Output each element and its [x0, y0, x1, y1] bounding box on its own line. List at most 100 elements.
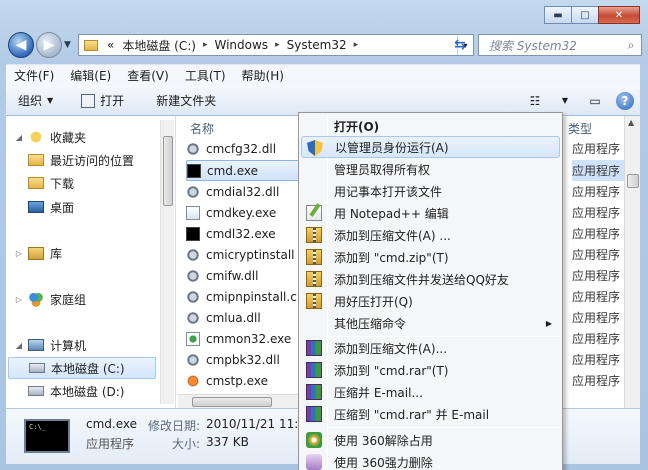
- horizontal-scrollbar[interactable]: [178, 394, 304, 408]
- file-row[interactable]: cmdl32.exe: [186, 223, 276, 244]
- menu-item-open-notepad[interactable]: 用记事本打开该文件: [301, 180, 560, 202]
- view-options-icon[interactable]: ☷: [526, 93, 544, 109]
- details-file-name: cmd.exe: [86, 417, 138, 431]
- column-header-type[interactable]: 类型: [568, 120, 592, 137]
- breadcrumb-windows[interactable]: Windows: [210, 38, 272, 52]
- details-file-type: 应用程序: [86, 437, 135, 451]
- minimize-button[interactable]: ▬: [544, 6, 572, 24]
- homegroup-icon: [28, 291, 44, 307]
- new-folder-button[interactable]: 新建文件夹: [134, 86, 226, 115]
- breadcrumb-system32[interactable]: System32: [283, 38, 351, 52]
- file-row-selected[interactable]: cmd.exe: [186, 160, 304, 181]
- menu-tools[interactable]: 工具(T): [177, 67, 234, 84]
- menu-item-360-unlock[interactable]: 使用 360解除占用: [301, 429, 560, 451]
- menu-label: 压缩并 E-mail...: [334, 385, 423, 400]
- chevron-down-icon[interactable]: ▼: [556, 93, 574, 109]
- file-row[interactable]: cmifw.dll: [186, 265, 258, 286]
- menu-item-zip-send-qq[interactable]: 添加到压缩文件并发送给QQ好友: [301, 268, 560, 290]
- breadcrumb-separator[interactable]: ▸: [200, 40, 211, 50]
- menu-item-add-archive[interactable]: 添加到压缩文件(A) ...: [301, 224, 560, 246]
- search-box[interactable]: 搜索 System32 ⌕: [478, 34, 642, 56]
- file-row[interactable]: cmlua.dll: [186, 307, 261, 328]
- maximize-button[interactable]: □: [571, 6, 599, 24]
- column-header-name[interactable]: 名称: [190, 120, 214, 137]
- menu-label: 添加到压缩文件(A) ...: [334, 228, 451, 243]
- menu-item-notepadpp[interactable]: 用 Notepad++ 编辑: [301, 202, 560, 224]
- menu-file[interactable]: 文件(F): [6, 67, 62, 84]
- file-type: 应用程序: [572, 160, 632, 181]
- address-bar[interactable]: « 本地磁盘 (C:) ▸ Windows ▸ System32 ▸ ▾: [78, 34, 474, 56]
- scrollbar-thumb[interactable]: [627, 174, 639, 188]
- menu-edit[interactable]: 编辑(E): [62, 67, 119, 84]
- scrollbar-thumb[interactable]: [163, 136, 173, 206]
- expand-arrow-icon[interactable]: ◢: [14, 133, 24, 142]
- menu-item-winrar-email[interactable]: 压缩并 E-mail...: [301, 381, 560, 403]
- breadcrumb-separator[interactable]: ▸: [272, 40, 283, 50]
- close-button[interactable]: ✕: [598, 6, 640, 24]
- desktop-icon: [28, 201, 44, 213]
- file-name: cmdl32.exe: [206, 226, 276, 241]
- menu-item-run-as-admin[interactable]: 以管理员身份运行(A): [301, 136, 560, 158]
- chevron-down-icon: ▼: [47, 96, 54, 105]
- expand-arrow-icon[interactable]: ▷: [14, 249, 24, 258]
- organize-button[interactable]: 组织 ▼: [6, 86, 63, 115]
- back-button[interactable]: ◀: [8, 32, 34, 58]
- file-list-scrollbar[interactable]: ▲: [624, 116, 640, 408]
- menu-item-winrar-rar-email[interactable]: 压缩到 "cmd.rar" 并 E-mail: [301, 403, 560, 425]
- nav-homegroup[interactable]: ▷ 家庭组: [14, 288, 86, 310]
- nav-drive-d[interactable]: 本地磁盘 (D:): [28, 380, 124, 402]
- file-type: 应用程序: [572, 332, 621, 346]
- menu-view[interactable]: 查看(V): [119, 67, 177, 84]
- search-icon[interactable]: ⌕: [621, 38, 641, 53]
- open-button[interactable]: 打开: [63, 86, 134, 115]
- exe-file-icon: [186, 331, 200, 346]
- file-row[interactable]: cmstp.exe: [186, 370, 268, 391]
- nav-label: 本地磁盘 (C:): [51, 361, 125, 376]
- menu-item-winrar-add[interactable]: 添加到压缩文件(A)...: [301, 337, 560, 359]
- nav-label: 库: [50, 246, 63, 261]
- file-row[interactable]: cmcfg32.dll: [186, 138, 276, 159]
- menu-item-take-ownership[interactable]: 管理员取得所有权: [301, 158, 560, 180]
- menu-item-360-delete[interactable]: 使用 360强力删除: [301, 451, 560, 470]
- nav-libraries[interactable]: ▷ 库: [14, 242, 62, 264]
- recent-pages-dropdown[interactable]: ▼: [64, 40, 71, 50]
- breadcrumb-separator[interactable]: ▸: [351, 40, 362, 50]
- file-row[interactable]: cmipnpinstall.c: [186, 286, 297, 307]
- menu-item-other-compress[interactable]: 其他压缩命令 ▶: [301, 312, 560, 334]
- nav-recent-places[interactable]: 最近访问的位置: [28, 149, 134, 171]
- file-row[interactable]: cmpbk32.dll: [186, 349, 280, 370]
- file-row[interactable]: cmicryptinstall: [186, 244, 295, 265]
- menu-item-winrar-add-rar[interactable]: 添加到 "cmd.rar"(T): [301, 359, 560, 381]
- file-row[interactable]: cmdial32.dll: [186, 181, 279, 202]
- menu-item-add-zip[interactable]: 添加到 "cmd.zip"(T): [301, 246, 560, 268]
- library-icon: [28, 246, 44, 260]
- expand-arrow-icon[interactable]: ◢: [14, 341, 24, 350]
- menu-item-open-haozip[interactable]: 用好压打开(Q): [301, 290, 560, 312]
- new-folder-label: 新建文件夹: [156, 94, 217, 108]
- forward-button[interactable]: ▶: [36, 32, 62, 58]
- breadcrumb-c-drive[interactable]: 本地磁盘 (C:): [118, 37, 200, 54]
- preview-pane-icon[interactable]: ▭: [586, 93, 604, 109]
- open-label: 打开: [100, 94, 125, 108]
- search-input[interactable]: 搜索 System32: [489, 37, 577, 54]
- nav-favorites[interactable]: ◢ 收藏夹: [14, 126, 86, 148]
- nav-desktop[interactable]: 桌面: [28, 196, 74, 218]
- file-name: cmdial32.dll: [206, 184, 280, 199]
- nav-drive-c[interactable]: 本地磁盘 (C:): [8, 357, 156, 379]
- file-row[interactable]: cmmon32.exe: [186, 328, 291, 349]
- nav-computer[interactable]: ◢ 计算机: [14, 334, 86, 356]
- nav-pane-scrollbar[interactable]: [160, 120, 174, 404]
- nav-label: 本地磁盘 (D:): [50, 384, 125, 399]
- nav-label: 桌面: [50, 200, 75, 215]
- scrollbar-thumb[interactable]: [192, 397, 272, 407]
- menu-item-open[interactable]: 打开(O): [301, 115, 560, 137]
- refresh-button[interactable]: ⇆: [448, 35, 472, 55]
- file-row[interactable]: cmdkey.exe: [186, 202, 276, 223]
- menu-help[interactable]: 帮助(H): [234, 67, 292, 84]
- address-overflow[interactable]: «: [103, 38, 118, 52]
- nav-downloads[interactable]: 下载: [28, 172, 74, 194]
- expand-arrow-icon[interactable]: ▷: [14, 295, 24, 304]
- help-button[interactable]: ?: [616, 91, 634, 110]
- details-size-label: 大小:: [172, 437, 201, 451]
- scroll-up-icon[interactable]: ▲: [628, 118, 634, 127]
